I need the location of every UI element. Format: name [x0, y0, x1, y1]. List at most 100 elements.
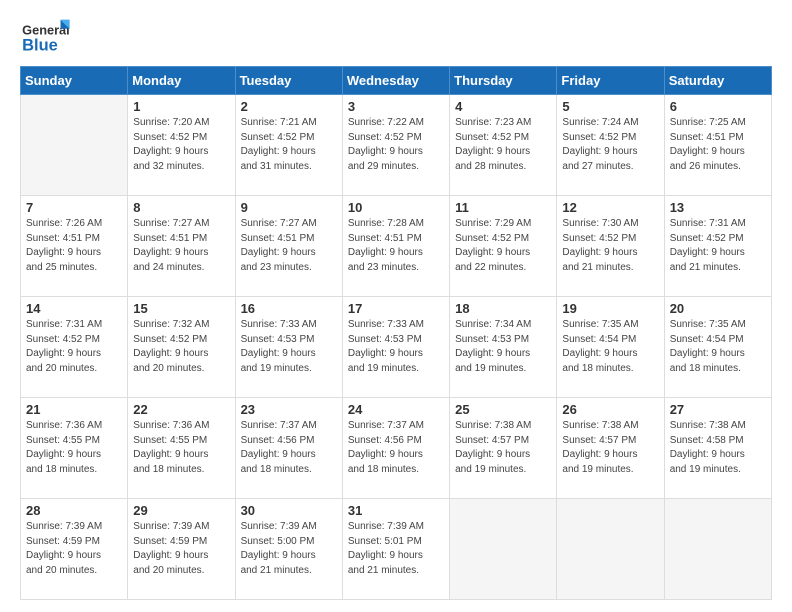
day-info: Sunrise: 7:35 AM Sunset: 4:54 PM Dayligh…: [670, 318, 767, 376]
weekday-header-wednesday: Wednesday: [342, 67, 449, 95]
calendar-cell: 1Sunrise: 7:20 AM Sunset: 4:52 PM Daylig…: [128, 95, 235, 196]
page: General Blue SundayMondayTuesdayWednesda…: [0, 0, 792, 612]
calendar-cell: [450, 499, 557, 600]
calendar-cell: 26 Sunrise: 7:38 AM Sunset: 4:57 PM Dayli…: [557, 398, 664, 499]
calendar-cell: 17Sunrise: 7:33 AM Sunset: 4:53 PM Dayli…: [342, 297, 449, 398]
day-number: 26: [562, 402, 659, 417]
calendar-cell: 2Sunrise: 7:21 AM Sunset: 4:52 PM Daylig…: [235, 95, 342, 196]
calendar-cell: 24Sunrise: 7:37 AM Sunset: 4:56 PM Dayli…: [342, 398, 449, 499]
calendar-cell: 21 Sunrise: 7:36 AM Sunset: 4:55 PM Dayli…: [21, 398, 128, 499]
day-number: 31: [348, 503, 445, 518]
calendar-cell: 11Sunrise: 7:29 AM Sunset: 4:52 PM Dayli…: [450, 196, 557, 297]
svg-text:Blue: Blue: [22, 37, 58, 55]
day-info: Sunrise: 7:23 AM Sunset: 4:52 PM Dayligh…: [455, 116, 552, 174]
day-info: Sunrise: 7:38 AM Sunset: 4:58 PM Dayligh…: [670, 419, 767, 477]
day-number: 6: [670, 99, 767, 114]
calendar-cell: 8Sunrise: 7:27 AM Sunset: 4:51 PM Daylig…: [128, 196, 235, 297]
calendar-week-4: 21 Sunrise: 7:36 AM Sunset: 4:55 PM Dayli…: [21, 398, 772, 499]
day-info: Sunrise: 7:36 AM Sunset: 4:55 PM Dayligh…: [133, 419, 230, 477]
day-info: Sunrise: 7:27 AM Sunset: 4:51 PM Dayligh…: [241, 217, 338, 275]
day-number: 15: [133, 301, 230, 316]
day-number: 21: [26, 402, 123, 417]
day-info: Sunrise: 7:24 AM Sunset: 4:52 PM Dayligh…: [562, 116, 659, 174]
day-number: 9: [241, 200, 338, 215]
day-info: Sunrise: 7:32 AM Sunset: 4:52 PM Dayligh…: [133, 318, 230, 376]
day-number: 18: [455, 301, 552, 316]
calendar-cell: 27 Sunrise: 7:38 AM Sunset: 4:58 PM Dayli…: [664, 398, 771, 499]
weekday-header-tuesday: Tuesday: [235, 67, 342, 95]
calendar-cell: 30 Sunrise: 7:39 AM Sunset: 5:00 PM Dayli…: [235, 499, 342, 600]
calendar-header: SundayMondayTuesdayWednesdayThursdayFrid…: [21, 67, 772, 95]
day-info: Sunrise: 7:33 AM Sunset: 4:53 PM Dayligh…: [348, 318, 445, 376]
calendar-cell: 18 Sunrise: 7:34 AM Sunset: 4:53 PM Dayli…: [450, 297, 557, 398]
calendar-cell: 23 Sunrise: 7:37 AM Sunset: 4:56 PM Dayli…: [235, 398, 342, 499]
day-info: Sunrise: 7:31 AM Sunset: 4:52 PM Dayligh…: [670, 217, 767, 275]
header: General Blue: [20, 16, 772, 58]
calendar-table: SundayMondayTuesdayWednesdayThursdayFrid…: [20, 66, 772, 600]
day-number: 8: [133, 200, 230, 215]
day-info: Sunrise: 7:30 AM Sunset: 4:52 PM Dayligh…: [562, 217, 659, 275]
weekday-row: SundayMondayTuesdayWednesdayThursdayFrid…: [21, 67, 772, 95]
day-info: Sunrise: 7:25 AM Sunset: 4:51 PM Dayligh…: [670, 116, 767, 174]
day-info: Sunrise: 7:38 AM Sunset: 4:57 PM Dayligh…: [455, 419, 552, 477]
calendar-cell: 4 Sunrise: 7:23 AM Sunset: 4:52 PM Daylig…: [450, 95, 557, 196]
logo-icon: General Blue: [20, 16, 70, 58]
day-number: 30: [241, 503, 338, 518]
day-info: Sunrise: 7:37 AM Sunset: 4:56 PM Dayligh…: [241, 419, 338, 477]
calendar-cell: 16 Sunrise: 7:33 AM Sunset: 4:53 PM Dayli…: [235, 297, 342, 398]
day-info: Sunrise: 7:38 AM Sunset: 4:57 PM Dayligh…: [562, 419, 659, 477]
day-number: 3: [348, 99, 445, 114]
day-info: Sunrise: 7:28 AM Sunset: 4:51 PM Dayligh…: [348, 217, 445, 275]
calendar-cell: 3 Sunrise: 7:22 AM Sunset: 4:52 PM Daylig…: [342, 95, 449, 196]
day-number: 10: [348, 200, 445, 215]
day-info: Sunrise: 7:36 AM Sunset: 4:55 PM Dayligh…: [26, 419, 123, 477]
calendar-cell: 6 Sunrise: 7:25 AM Sunset: 4:51 PM Daylig…: [664, 95, 771, 196]
calendar-cell: [21, 95, 128, 196]
calendar-cell: 7Sunrise: 7:26 AM Sunset: 4:51 PM Daylig…: [21, 196, 128, 297]
day-info: Sunrise: 7:31 AM Sunset: 4:52 PM Dayligh…: [26, 318, 123, 376]
day-info: Sunrise: 7:34 AM Sunset: 4:53 PM Dayligh…: [455, 318, 552, 376]
calendar-cell: 5 Sunrise: 7:24 AM Sunset: 4:52 PM Daylig…: [557, 95, 664, 196]
day-number: 20: [670, 301, 767, 316]
day-info: Sunrise: 7:22 AM Sunset: 4:52 PM Dayligh…: [348, 116, 445, 174]
day-number: 13: [670, 200, 767, 215]
calendar-cell: 28 Sunrise: 7:39 AM Sunset: 4:59 PM Dayli…: [21, 499, 128, 600]
day-number: 5: [562, 99, 659, 114]
weekday-header-friday: Friday: [557, 67, 664, 95]
day-number: 25: [455, 402, 552, 417]
calendar-cell: 12 Sunrise: 7:30 AM Sunset: 4:52 PM Dayli…: [557, 196, 664, 297]
day-number: 7: [26, 200, 123, 215]
day-info: Sunrise: 7:39 AM Sunset: 4:59 PM Dayligh…: [26, 520, 123, 578]
calendar-cell: 14 Sunrise: 7:31 AM Sunset: 4:52 PM Dayli…: [21, 297, 128, 398]
calendar-body: 1Sunrise: 7:20 AM Sunset: 4:52 PM Daylig…: [21, 95, 772, 600]
day-number: 16: [241, 301, 338, 316]
day-number: 11: [455, 200, 552, 215]
day-number: 12: [562, 200, 659, 215]
calendar-cell: 19 Sunrise: 7:35 AM Sunset: 4:54 PM Dayli…: [557, 297, 664, 398]
calendar-cell: [557, 499, 664, 600]
day-number: 27: [670, 402, 767, 417]
calendar-cell: 29Sunrise: 7:39 AM Sunset: 4:59 PM Dayli…: [128, 499, 235, 600]
day-info: Sunrise: 7:37 AM Sunset: 4:56 PM Dayligh…: [348, 419, 445, 477]
day-number: 14: [26, 301, 123, 316]
calendar-week-3: 14 Sunrise: 7:31 AM Sunset: 4:52 PM Dayli…: [21, 297, 772, 398]
weekday-header-sunday: Sunday: [21, 67, 128, 95]
day-info: Sunrise: 7:21 AM Sunset: 4:52 PM Dayligh…: [241, 116, 338, 174]
calendar-cell: 31Sunrise: 7:39 AM Sunset: 5:01 PM Dayli…: [342, 499, 449, 600]
calendar-cell: 9 Sunrise: 7:27 AM Sunset: 4:51 PM Daylig…: [235, 196, 342, 297]
calendar-cell: 25 Sunrise: 7:38 AM Sunset: 4:57 PM Dayli…: [450, 398, 557, 499]
day-number: 4: [455, 99, 552, 114]
calendar-cell: 20 Sunrise: 7:35 AM Sunset: 4:54 PM Dayli…: [664, 297, 771, 398]
calendar-week-1: 1Sunrise: 7:20 AM Sunset: 4:52 PM Daylig…: [21, 95, 772, 196]
day-info: Sunrise: 7:20 AM Sunset: 4:52 PM Dayligh…: [133, 116, 230, 174]
day-info: Sunrise: 7:39 AM Sunset: 4:59 PM Dayligh…: [133, 520, 230, 578]
day-info: Sunrise: 7:33 AM Sunset: 4:53 PM Dayligh…: [241, 318, 338, 376]
day-number: 23: [241, 402, 338, 417]
day-number: 19: [562, 301, 659, 316]
weekday-header-thursday: Thursday: [450, 67, 557, 95]
day-number: 22: [133, 402, 230, 417]
calendar-week-5: 28 Sunrise: 7:39 AM Sunset: 4:59 PM Dayli…: [21, 499, 772, 600]
day-info: Sunrise: 7:35 AM Sunset: 4:54 PM Dayligh…: [562, 318, 659, 376]
day-info: Sunrise: 7:39 AM Sunset: 5:00 PM Dayligh…: [241, 520, 338, 578]
day-number: 28: [26, 503, 123, 518]
